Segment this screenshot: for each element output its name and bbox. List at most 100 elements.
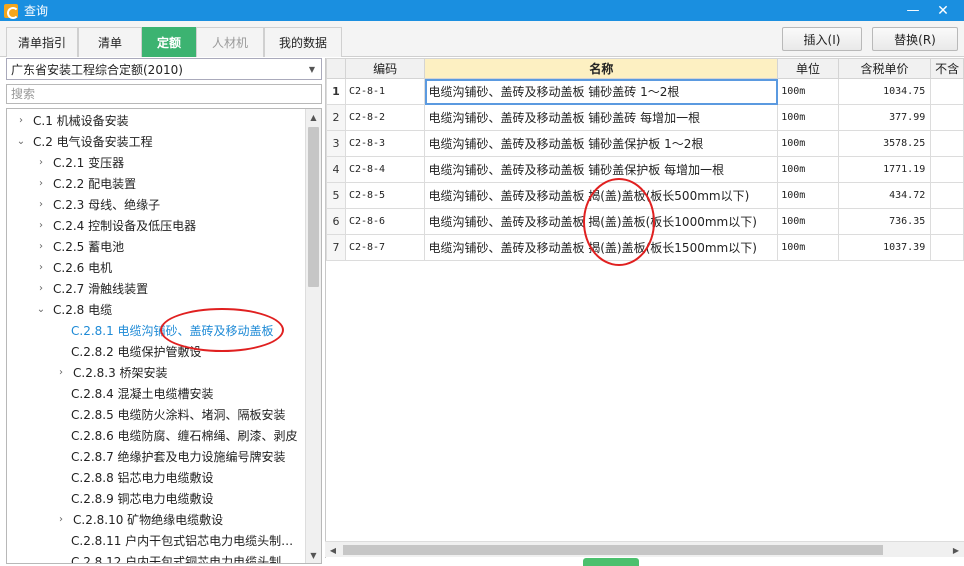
- cell-price-notax[interactable]: [930, 78, 964, 105]
- cell-price-notax[interactable]: [930, 182, 964, 209]
- tree-item[interactable]: C.2.8.4 混凝土电缆槽安装: [7, 383, 305, 404]
- row-number[interactable]: 3: [326, 130, 346, 157]
- chevron-right-icon[interactable]: ›: [35, 157, 47, 169]
- tree-item[interactable]: › C.2.8.3 桥架安装: [7, 362, 305, 383]
- row-number[interactable]: 6: [326, 208, 346, 235]
- table-row[interactable]: 1 C2-8-1 电缆沟铺砂、盖砖及移动盖板 铺砂盖砖 1～2根 100m 1034.7…: [326, 78, 964, 105]
- tree-item[interactable]: › C.2.5 蓄电池: [7, 236, 305, 257]
- cell-price-notax[interactable]: [930, 208, 964, 235]
- tree-item[interactable]: › C.2.3 母线、绝缘子: [7, 194, 305, 215]
- scroll-up-icon[interactable]: ▲: [306, 109, 321, 125]
- tree-item[interactable]: › C.2.4 控制设备及低压电器: [7, 215, 305, 236]
- chevron-right-icon[interactable]: ›: [35, 199, 47, 211]
- row-number[interactable]: 7: [326, 234, 346, 261]
- tab-bill[interactable]: 清单: [78, 27, 142, 57]
- table-row[interactable]: 5 C2-8-5 电缆沟铺砂、盖砖及移动盖板 揭(盖)盖板(板长500mm以下) 10…: [326, 182, 964, 209]
- tree-scrollbar[interactable]: ▲ ▼: [305, 109, 321, 563]
- cell-unit[interactable]: 100m: [777, 234, 839, 261]
- chevron-right-icon[interactable]: ›: [15, 115, 27, 127]
- scroll-left-icon[interactable]: ◀: [325, 542, 341, 558]
- insert-button[interactable]: 插入(I): [782, 27, 862, 51]
- hscrollbar-thumb[interactable]: [343, 545, 883, 555]
- cell-code[interactable]: C2-8-5: [344, 182, 426, 209]
- row-number[interactable]: 2: [326, 104, 346, 131]
- quota-library-select[interactable]: 广东省安装工程综合定额(2010) ▼: [6, 58, 322, 80]
- cell-unit[interactable]: 100m: [777, 130, 839, 157]
- tree-item[interactable]: C.2.8.5 电缆防火涂料、堵洞、隔板安装: [7, 404, 305, 425]
- cell-unit[interactable]: 100m: [777, 78, 839, 105]
- cell-price-tax[interactable]: 3578.25: [837, 130, 932, 157]
- cell-price-tax[interactable]: 1037.39: [837, 234, 932, 261]
- cell-code[interactable]: C2-8-4: [344, 156, 426, 183]
- tree-item[interactable]: › C.1 机械设备安装: [7, 110, 305, 131]
- tree-item[interactable]: C.2.8.7 绝缘护套及电力设施编号牌安装: [7, 446, 305, 467]
- table-row[interactable]: 2 C2-8-2 电缆沟铺砂、盖砖及移动盖板 铺砂盖砖 每增加一根 100m 377.9…: [326, 104, 964, 131]
- cell-code[interactable]: C2-8-6: [344, 208, 426, 235]
- scroll-right-icon[interactable]: ▶: [948, 542, 964, 558]
- cell-unit[interactable]: 100m: [777, 104, 839, 131]
- chevron-right-icon[interactable]: ›: [55, 367, 67, 379]
- header-unit[interactable]: 单位: [777, 58, 839, 79]
- chevron-right-icon[interactable]: ›: [55, 514, 67, 526]
- tree-item[interactable]: › C.2.1 变压器: [7, 152, 305, 173]
- cell-unit[interactable]: 100m: [777, 156, 839, 183]
- tree-item[interactable]: C.2.8.12 户内干包式铜芯电力电缆头制…: [7, 551, 305, 563]
- header-price-tax[interactable]: 含税单价: [837, 58, 932, 79]
- cell-code[interactable]: C2-8-3: [344, 130, 426, 157]
- cell-name[interactable]: 电缆沟铺砂、盖砖及移动盖板 铺砂盖砖 每增加一根: [424, 104, 779, 131]
- cell-unit[interactable]: 100m: [777, 208, 839, 235]
- table-row[interactable]: 3 C2-8-3 电缆沟铺砂、盖砖及移动盖板 铺砂盖保护板 1～2根 100m 3578…: [326, 130, 964, 157]
- cell-price-notax[interactable]: [930, 156, 964, 183]
- cell-price-tax[interactable]: 434.72: [837, 182, 932, 209]
- cell-code[interactable]: C2-8-2: [344, 104, 426, 131]
- chevron-right-icon[interactable]: ›: [35, 241, 47, 253]
- tree-item-selected[interactable]: C.2.8.1 电缆沟铺砂、盖砖及移动盖板: [7, 320, 305, 341]
- header-code[interactable]: 编码: [344, 58, 426, 79]
- cell-name[interactable]: 电缆沟铺砂、盖砖及移动盖板 揭(盖)盖板(板长1500mm以下): [424, 234, 779, 261]
- chevron-right-icon[interactable]: ›: [35, 262, 47, 274]
- cell-name[interactable]: 电缆沟铺砂、盖砖及移动盖板 铺砂盖保护板 每增加一根: [424, 156, 779, 183]
- row-number[interactable]: 4: [326, 156, 346, 183]
- chevron-right-icon[interactable]: ›: [35, 220, 47, 232]
- chevron-down-icon[interactable]: ⌄: [15, 136, 27, 148]
- row-number[interactable]: 5: [326, 182, 346, 209]
- chevron-right-icon[interactable]: ›: [35, 283, 47, 295]
- cell-price-tax[interactable]: 377.99: [837, 104, 932, 131]
- table-row[interactable]: 7 C2-8-7 电缆沟铺砂、盖砖及移动盖板 揭(盖)盖板(板长1500mm以下) 1…: [326, 234, 964, 261]
- grid-horizontal-scrollbar[interactable]: ◀ ▶: [325, 541, 964, 557]
- tree-item[interactable]: C.2.8.6 电缆防腐、缠石棉绳、刷漆、剥皮: [7, 425, 305, 446]
- replace-button[interactable]: 替换(R): [872, 27, 958, 51]
- tab-bill-guide[interactable]: 清单指引: [6, 27, 78, 57]
- tree-item[interactable]: › C.2.8.10 矿物绝缘电缆敷设: [7, 509, 305, 530]
- cell-code[interactable]: C2-8-7: [344, 234, 426, 261]
- tree-item[interactable]: ⌄ C.2 电气设备安装工程: [7, 131, 305, 152]
- chevron-down-icon[interactable]: ⌄: [35, 304, 47, 316]
- tree-item[interactable]: C.2.8.8 铝芯电力电缆敷设: [7, 467, 305, 488]
- row-number[interactable]: 1: [326, 78, 346, 105]
- cell-name[interactable]: 电缆沟铺砂、盖砖及移动盖板 铺砂盖砖 1～2根: [424, 78, 779, 105]
- cell-code[interactable]: C2-8-1: [344, 78, 426, 105]
- scrollbar-thumb[interactable]: [308, 127, 319, 287]
- tab-labor-material-machine[interactable]: 人材机: [196, 27, 264, 57]
- chevron-down-icon[interactable]: ▼: [305, 61, 319, 77]
- tree-item[interactable]: › C.2.7 滑触线装置: [7, 278, 305, 299]
- cell-price-tax[interactable]: 736.35: [837, 208, 932, 235]
- tree-item[interactable]: › C.2.2 配电装置: [7, 173, 305, 194]
- chevron-right-icon[interactable]: ›: [35, 178, 47, 190]
- header-name[interactable]: 名称: [424, 58, 779, 79]
- cell-name[interactable]: 电缆沟铺砂、盖砖及移动盖板 铺砂盖保护板 1～2根: [424, 130, 779, 157]
- search-input[interactable]: [6, 84, 322, 104]
- cell-price-notax[interactable]: [930, 104, 964, 131]
- scroll-down-icon[interactable]: ▼: [306, 547, 321, 563]
- header-price-notax[interactable]: 不含: [930, 58, 964, 79]
- cell-price-tax[interactable]: 1771.19: [837, 156, 932, 183]
- table-row[interactable]: 6 C2-8-6 电缆沟铺砂、盖砖及移动盖板 揭(盖)盖板(板长1000mm以下) 1…: [326, 208, 964, 235]
- cell-unit[interactable]: 100m: [777, 182, 839, 209]
- close-button[interactable]: ✕: [930, 0, 956, 21]
- tab-quota[interactable]: 定额: [142, 27, 196, 57]
- cell-price-notax[interactable]: [930, 234, 964, 261]
- cell-name[interactable]: 电缆沟铺砂、盖砖及移动盖板 揭(盖)盖板(板长500mm以下): [424, 182, 779, 209]
- tree-item[interactable]: ⌄ C.2.8 电缆: [7, 299, 305, 320]
- minimize-button[interactable]: —: [900, 0, 926, 21]
- cell-price-notax[interactable]: [930, 130, 964, 157]
